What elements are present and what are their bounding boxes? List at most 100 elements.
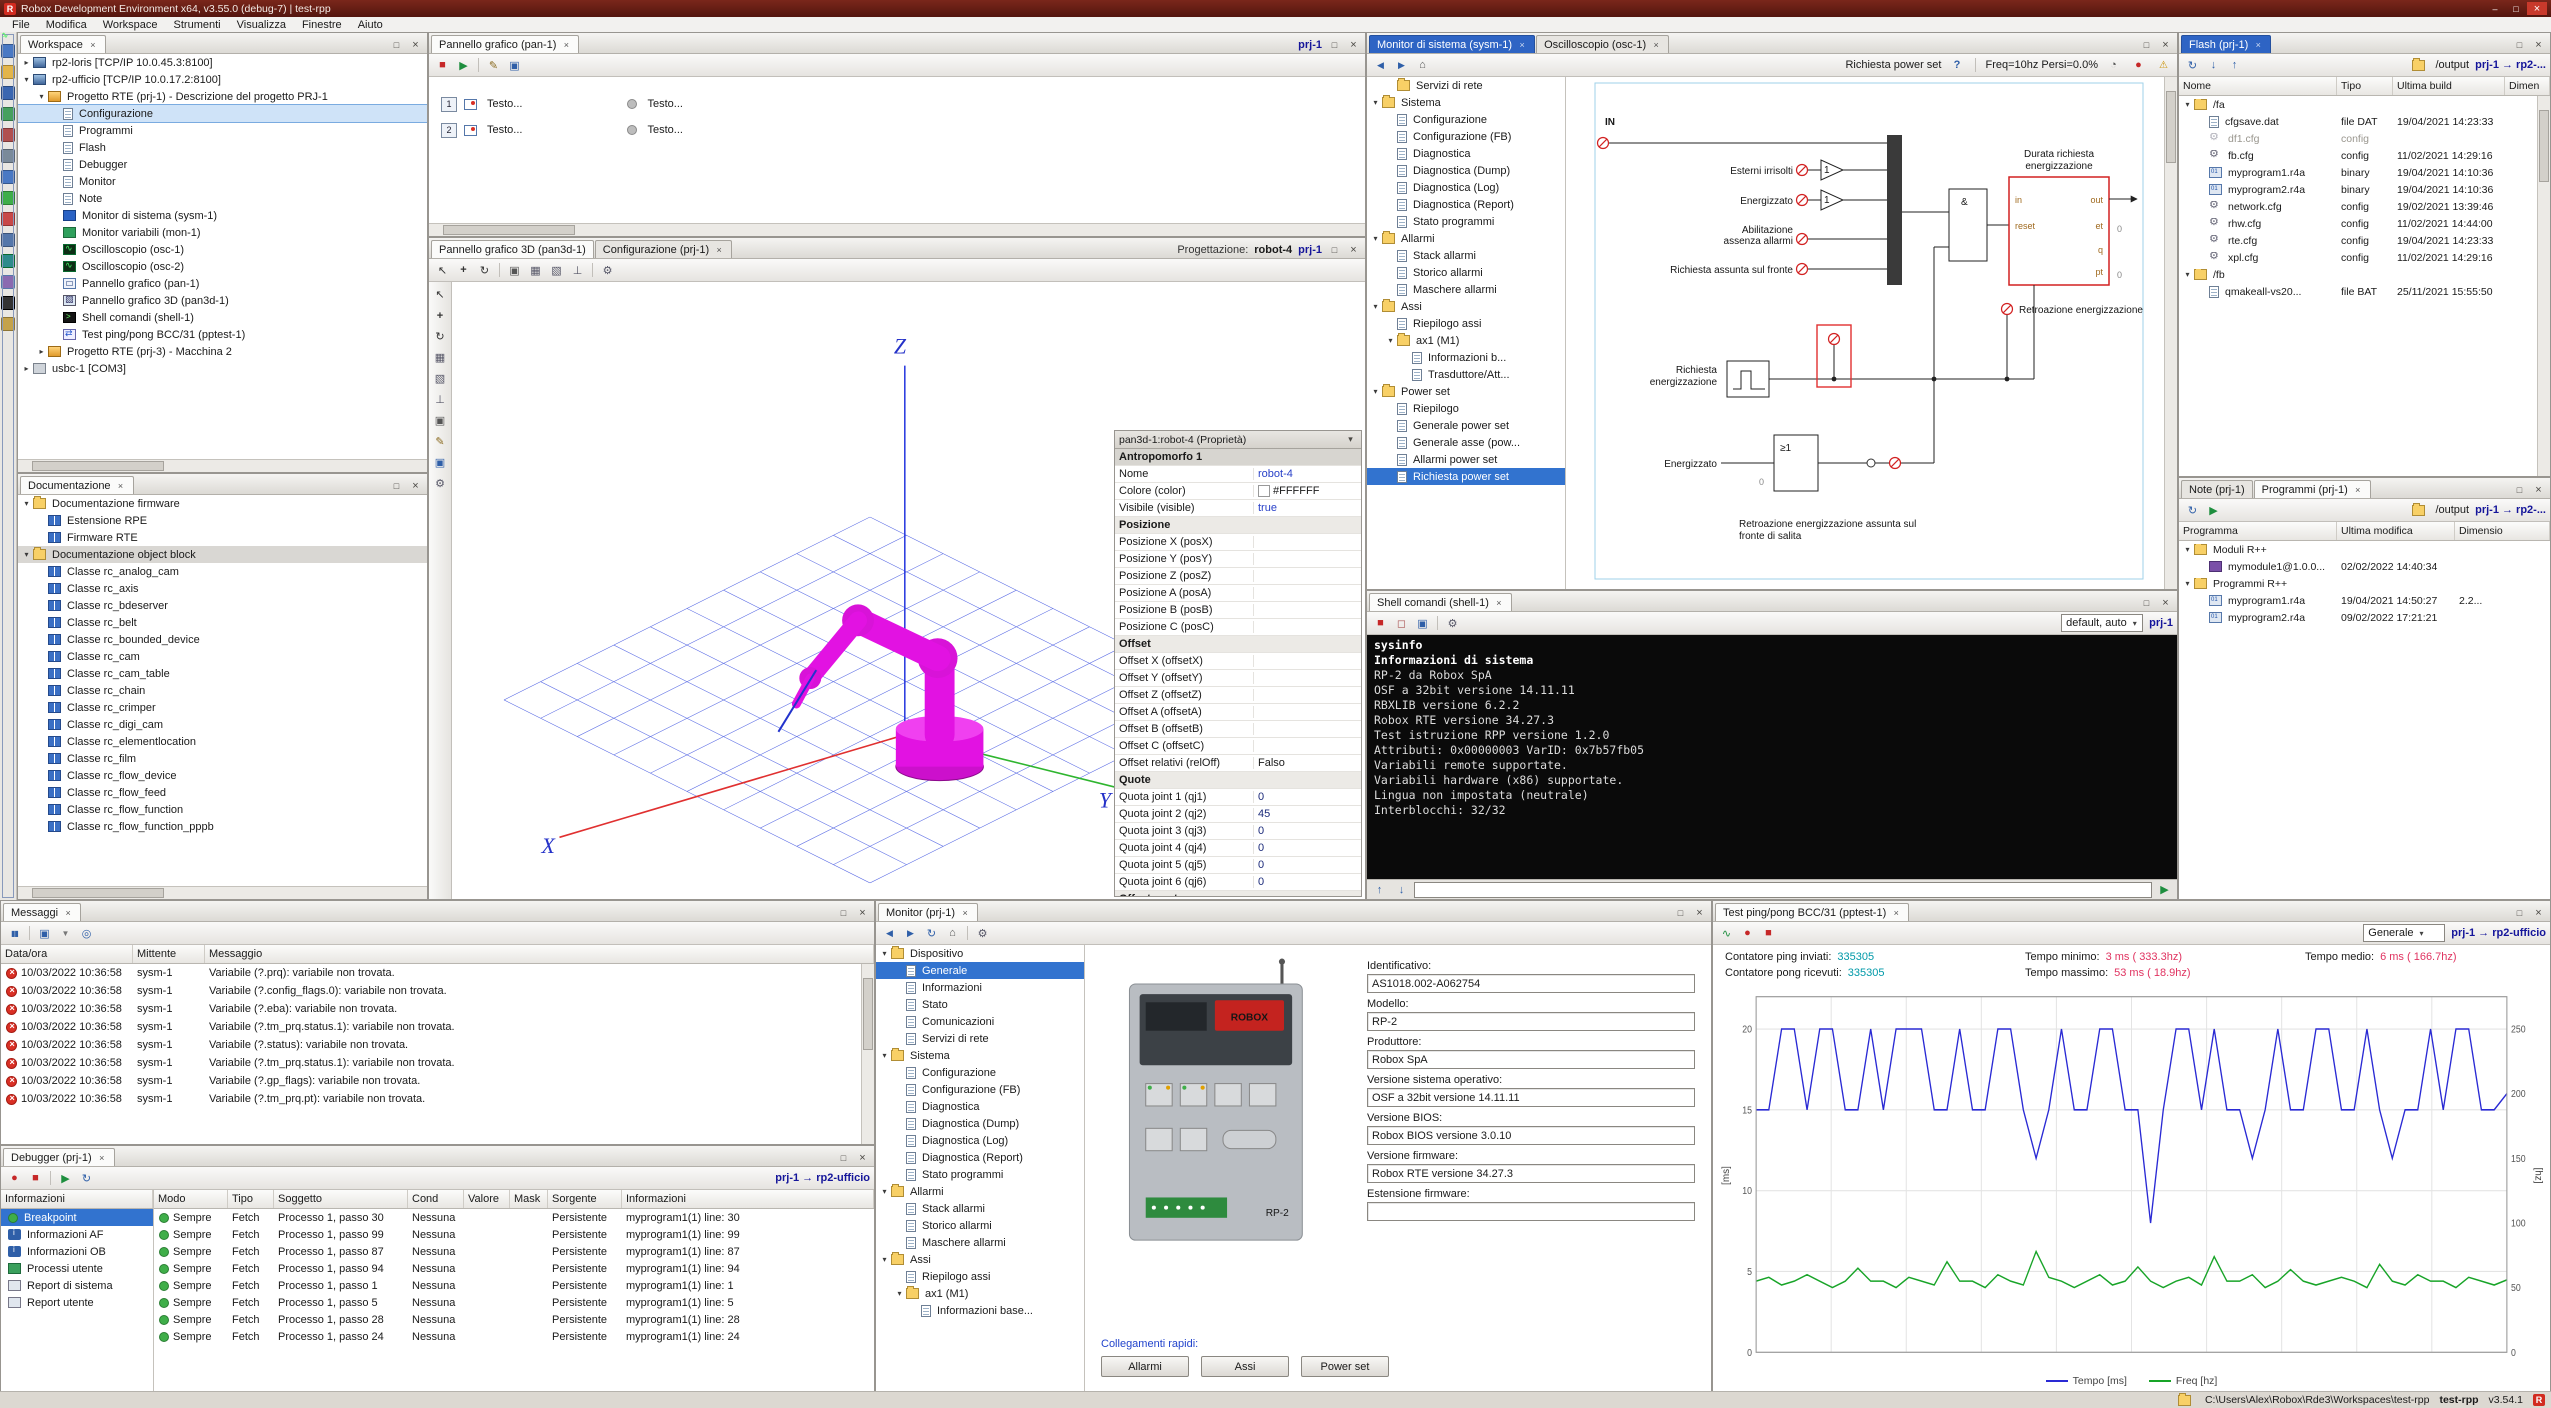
select-tool-icon[interactable] — [433, 261, 452, 279]
tab-programmi[interactable]: Programmi (prj-1) — [2254, 480, 2371, 498]
file-row[interactable]: network.cfg config 19/02/2021 13:39:46 — [2179, 198, 2550, 215]
clear-icon[interactable] — [1392, 614, 1411, 632]
view-settings-icon[interactable] — [431, 475, 449, 492]
expand-icon[interactable]: ▾ — [879, 949, 890, 958]
terminal-output[interactable]: sysinfoInformazioni di sistemaRP-2 da Ro… — [1367, 635, 2177, 879]
property-value[interactable]: 45 — [1254, 808, 1361, 820]
column-header[interactable]: Modo — [154, 1190, 228, 1208]
tree-item[interactable]: Generale power set — [1367, 417, 1565, 434]
property-row[interactable]: Offset quote — [1115, 891, 1361, 896]
forward-icon[interactable] — [1392, 56, 1411, 74]
tree-item[interactable]: Classe rc_film — [18, 750, 427, 767]
tab-flash[interactable]: Flash (prj-1) — [2181, 35, 2271, 53]
tree-item[interactable]: Diagnostica (Log) — [1367, 179, 1565, 196]
field-value[interactable]: OSF a 32bit versione 14.11.11 — [1367, 1088, 1695, 1107]
settings-icon[interactable] — [973, 924, 992, 942]
field-value[interactable]: Robox SpA — [1367, 1050, 1695, 1069]
tree-item[interactable]: ▸Progetto RTE (prj-3) - Macchina 2 — [18, 343, 427, 360]
run-icon[interactable] — [2204, 501, 2223, 519]
tree-item[interactable]: Classe rc_flow_function — [18, 801, 427, 818]
close-icon[interactable] — [1693, 906, 1706, 919]
back-icon[interactable] — [1371, 56, 1390, 74]
property-row[interactable]: Offset Z (offsetZ) — [1115, 687, 1361, 704]
stop-icon[interactable] — [1759, 924, 1778, 942]
property-row[interactable]: Offset B (offsetB) — [1115, 721, 1361, 738]
chart-icon[interactable] — [1717, 924, 1736, 942]
file-row[interactable]: myprogram1.r4a binary 19/04/2021 14:10:3… — [2179, 164, 2550, 181]
tree-item[interactable]: Classe rc_elementlocation — [18, 733, 427, 750]
tree-item[interactable]: ▾Sistema — [1367, 94, 1565, 111]
float-icon[interactable] — [2513, 38, 2526, 51]
tree-item[interactable]: Richiesta power set — [1367, 468, 1565, 485]
program-row[interactable]: myprogram2.r4a 09/02/2022 17:21:21 — [2179, 609, 2550, 626]
breakpoint-row[interactable]: Sempre Fetch Processo 1, passo 1 Nessuna… — [154, 1277, 874, 1294]
tree-item[interactable]: ▾ax1 (M1) — [876, 1285, 1084, 1302]
tree-item[interactable]: ▾Power set — [1367, 383, 1565, 400]
property-row[interactable]: Quota joint 2 (qj2) 45 — [1115, 806, 1361, 823]
property-row[interactable]: Quote — [1115, 772, 1361, 789]
close-icon[interactable] — [2253, 39, 2263, 51]
tree-item[interactable]: Pannello grafico (pan-1) — [18, 275, 427, 292]
view-cube-icon[interactable] — [547, 261, 566, 279]
breakpoint-row[interactable]: Sempre Fetch Processo 1, passo 94 Nessun… — [154, 1260, 874, 1277]
tree-item[interactable]: Informazioni — [876, 979, 1084, 996]
tree-item[interactable]: Classe rc_flow_feed — [18, 784, 427, 801]
property-row[interactable]: Offset Y (offsetY) — [1115, 670, 1361, 687]
tab-monitor-di-sistema[interactable]: Monitor di sistema (sysm-1) — [1369, 35, 1535, 53]
list-item[interactable]: Breakpoint — [1, 1209, 153, 1226]
tree-item[interactable]: Informazioni b... — [1367, 349, 1565, 366]
column-header[interactable]: Ultima modifica — [2337, 522, 2455, 540]
tree-item[interactable]: Diagnostica (Log) — [876, 1132, 1084, 1149]
tree-item[interactable]: Monitor — [18, 173, 427, 190]
tree-item[interactable]: Diagnostica (Dump) — [876, 1115, 1084, 1132]
tree-item[interactable]: Classe rc_axis — [18, 580, 427, 597]
tree-item[interactable]: Stack allarmi — [1367, 247, 1565, 264]
tree-item[interactable]: Riepilogo assi — [876, 1268, 1084, 1285]
field-value[interactable]: Robox BIOS versione 3.0.10 — [1367, 1126, 1695, 1145]
vertical-scrollbar[interactable] — [861, 964, 874, 1144]
close-icon[interactable] — [2159, 596, 2172, 609]
maximize-button[interactable] — [2506, 2, 2526, 15]
orbit-icon[interactable] — [431, 328, 449, 345]
column-header[interactable]: Messaggio — [205, 945, 874, 963]
isometric-view-icon[interactable] — [431, 370, 449, 387]
expand-icon[interactable]: ▾ — [879, 1051, 890, 1060]
settings-icon[interactable] — [1443, 614, 1462, 632]
program-row[interactable]: mymodule1@1.0.0... 02/02/2022 14:40:34 — [2179, 558, 2550, 575]
list-item[interactable]: Processi utente — [1, 1260, 153, 1277]
expand-icon[interactable]: ▾ — [21, 550, 32, 559]
close-icon[interactable] — [2532, 483, 2545, 496]
property-row[interactable]: Quota joint 6 (qj6) 0 — [1115, 874, 1361, 891]
expand-icon[interactable]: ▾ — [2182, 270, 2193, 279]
expand-icon[interactable]: ▾ — [1370, 98, 1381, 107]
property-row[interactable]: Posizione A (posA) — [1115, 585, 1361, 602]
close-icon[interactable] — [1651, 39, 1661, 51]
file-row[interactable]: rhw.cfg config 11/02/2021 14:44:00 — [2179, 215, 2550, 232]
expand-icon[interactable]: ▾ — [2182, 100, 2193, 109]
tree-item[interactable]: ▾Sistema — [876, 1047, 1084, 1064]
expand-icon[interactable]: ▾ — [1370, 302, 1381, 311]
tree-item[interactable]: ▾Allarmi — [1367, 230, 1565, 247]
menu-item[interactable]: Modifica — [38, 17, 95, 32]
refresh-icon[interactable] — [2183, 501, 2202, 519]
shell-command-input[interactable] — [1414, 882, 2152, 898]
tab-pannello-grafico[interactable]: Pannello grafico (pan-1) — [431, 35, 579, 53]
panel-widget-row[interactable]: 2 Testo... Testo... — [441, 117, 1365, 143]
tree-item[interactable]: Diagnostica — [876, 1098, 1084, 1115]
tree-item[interactable]: ▾ax1 (M1) — [1367, 332, 1565, 349]
expand-icon[interactable]: ▾ — [1370, 234, 1381, 243]
float-icon[interactable] — [2513, 906, 2526, 919]
expand-icon[interactable]: ▸ — [21, 58, 32, 67]
file-row[interactable]: ▾/fa — [2179, 96, 2550, 113]
message-row[interactable]: 10/03/2022 10:36:58 sysm-1 Variabile (?.… — [1, 1090, 874, 1108]
property-row[interactable]: Offset A (offsetA) — [1115, 704, 1361, 721]
play-icon[interactable] — [454, 56, 473, 74]
tree-item[interactable]: Classe rc_flow_function_pppb — [18, 818, 427, 835]
list-item[interactable]: Informazioni AF — [1, 1226, 153, 1243]
settings-icon[interactable] — [598, 261, 617, 279]
tab-test-pingpong[interactable]: Test ping/pong BCC/31 (pptest-1) — [1715, 903, 1909, 921]
refresh-rate-icon[interactable] — [2104, 56, 2123, 74]
column-header[interactable]: Sorgente — [548, 1190, 622, 1208]
tree-item[interactable]: Servizi di rete — [1367, 77, 1565, 94]
horizontal-scrollbar[interactable] — [429, 223, 1365, 236]
